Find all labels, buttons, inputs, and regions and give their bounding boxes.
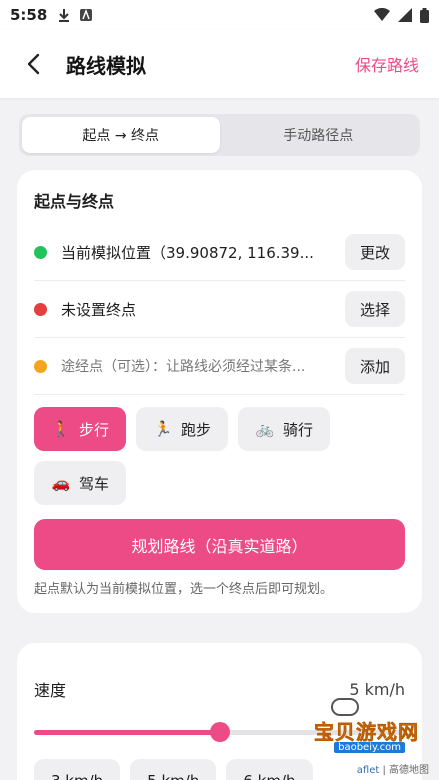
end-point-text: 未设置终点	[61, 300, 137, 319]
add-waypoint-button[interactable]: 添加	[344, 348, 405, 384]
chevron-left-icon	[27, 53, 40, 75]
green-dot-icon	[34, 245, 47, 259]
walk-icon: 🚶	[51, 420, 71, 438]
mode-walk-button[interactable]: 🚶 步行	[34, 407, 127, 451]
slider-fill	[34, 730, 220, 735]
back-button[interactable]	[20, 51, 46, 77]
start-point-text: 当前模拟位置（39.90872, 116.39...	[61, 243, 314, 262]
plan-hint: 起点默认为当前模拟位置，选一个终点后即可规划。	[34, 582, 334, 597]
tab-manual-waypoints[interactable]: 手动路径点	[220, 117, 418, 153]
slider-thumb[interactable]	[209, 722, 230, 742]
route-card-title: 起点与终点	[34, 192, 115, 211]
gamepad-icon	[331, 698, 359, 716]
tab-start-end[interactable]: 起点 → 终点	[22, 117, 220, 153]
download-icon	[59, 9, 70, 22]
page-title: 路线模拟	[66, 53, 146, 78]
change-start-button[interactable]: 更改	[344, 234, 405, 270]
route-card: 起点与终点 当前模拟位置（39.90872, 116.39... 更改 未设置终…	[17, 170, 422, 613]
wifi-icon	[374, 8, 390, 21]
mode-drive-button[interactable]: 🚗 驾车	[34, 461, 127, 505]
mode-run-label: 跑步	[181, 420, 212, 439]
speed-presets: 3 km/h 5 km/h 6 km/h	[34, 759, 405, 780]
leaflet-link[interactable]: aflet	[357, 765, 380, 776]
watermark-site: baobeiy.com	[334, 742, 405, 753]
watermark-text: 宝贝游戏网	[314, 720, 419, 745]
signal-icon	[398, 8, 412, 22]
app-notification-icon	[80, 8, 93, 21]
speed-label: 速度	[34, 681, 67, 700]
waypoint-row: 途经点（可选）：让路线必须经过某条... 添加	[34, 338, 405, 395]
site-watermark: 宝贝游戏网 baobeiy.com	[301, 698, 419, 758]
save-route-button[interactable]: 保存路线	[355, 52, 419, 76]
map-attribution: aflet | 高德地图	[357, 761, 429, 776]
amap-link[interactable]: 高德地图	[389, 765, 429, 776]
orange-dot-icon	[34, 359, 47, 373]
bike-icon: 🚲	[255, 420, 275, 438]
mode-walk-label: 步行	[79, 420, 110, 439]
preset-5kmh-button[interactable]: 5 km/h	[130, 759, 217, 780]
run-icon: 🏃	[153, 420, 173, 438]
red-dot-icon	[34, 302, 47, 316]
speed-value: 5 km/h	[349, 679, 405, 699]
waypoint-text: 途经点（可选）：让路线必须经过某条...	[61, 359, 306, 375]
attribution-separator: |	[379, 765, 389, 776]
mode-bike-label: 骑行	[283, 420, 314, 439]
travel-modes: 🚶 步行 🏃 跑步 🚲 骑行 🚗 驾车	[34, 407, 405, 505]
mode-drive-label: 驾车	[79, 474, 110, 493]
status-bar: 5:58	[0, 0, 439, 30]
end-point-row: 未设置终点 选择	[34, 281, 405, 338]
select-end-button[interactable]: 选择	[344, 291, 405, 327]
mode-bike-button[interactable]: 🚲 骑行	[238, 407, 331, 451]
battery-icon	[420, 7, 429, 23]
app-bar: 路线模拟 保存路线	[0, 30, 439, 98]
status-time: 5:58	[10, 6, 48, 24]
start-point-row: 当前模拟位置（39.90872, 116.39... 更改	[34, 224, 405, 281]
mode-run-button[interactable]: 🏃 跑步	[136, 407, 229, 451]
plan-route-button[interactable]: 规划路线（沿真实道路）	[34, 519, 405, 570]
preset-3kmh-button[interactable]: 3 km/h	[34, 759, 121, 780]
preset-6kmh-button[interactable]: 6 km/h	[226, 759, 313, 780]
car-icon: 🚗	[51, 474, 71, 492]
mode-tabs: 起点 → 终点 手动路径点	[19, 114, 420, 156]
